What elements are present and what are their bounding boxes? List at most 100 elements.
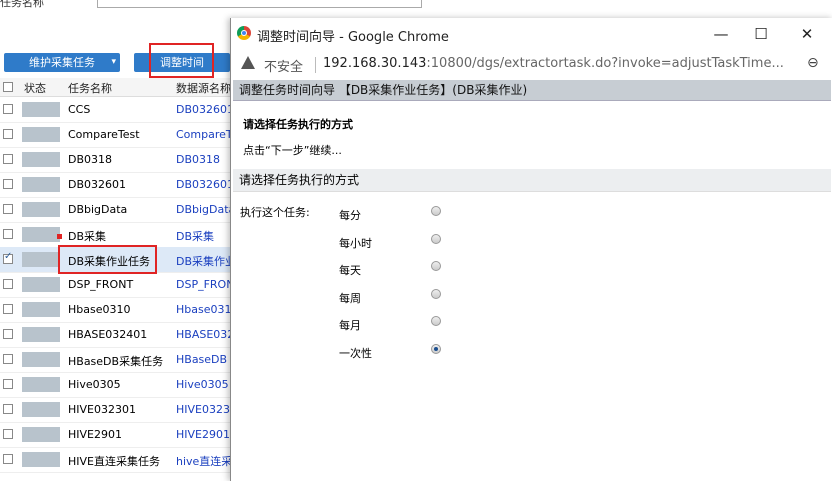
table-row[interactable]: HBASE032401 HBASE032401	[0, 322, 232, 348]
row-checkbox[interactable]	[3, 154, 13, 164]
task-name-cell[interactable]: HIVE2901	[68, 428, 122, 441]
row-checkbox[interactable]	[3, 229, 13, 239]
close-button[interactable]: ✕	[787, 22, 827, 46]
table-row[interactable]: HIVE032301 HIVE032301	[0, 397, 232, 423]
table-row[interactable]: Hive0305 Hive0305	[0, 372, 232, 398]
source-link[interactable]: HIVE032301	[176, 403, 232, 416]
task-name-cell[interactable]: DBbigData	[68, 203, 127, 216]
source-link[interactable]: HBaseDB	[176, 353, 232, 366]
warning-icon[interactable]	[241, 56, 255, 69]
source-link[interactable]: HBASE032401	[176, 328, 232, 341]
maximize-button[interactable]: ☐	[741, 22, 781, 46]
select-all-checkbox[interactable]	[3, 82, 13, 92]
table-row[interactable]: Hbase0310 Hbase0310	[0, 297, 232, 323]
table-row[interactable]: HIVE2901 HIVE2901	[0, 422, 232, 448]
schedule-option-label: 每周	[339, 291, 361, 305]
schedule-option-radio[interactable]	[431, 316, 441, 326]
table-row[interactable]: DB0318 DB0318	[0, 147, 232, 173]
source-link[interactable]: CompareTest	[176, 128, 232, 141]
row-checkbox[interactable]	[3, 279, 13, 289]
url-path: :10800/dgs/extractortask.do?invoke=adjus…	[426, 56, 784, 71]
table-row[interactable]: CompareTest CompareTest	[0, 122, 232, 148]
table-row[interactable]: DB032601 DB032601	[0, 172, 232, 198]
source-link[interactable]: DB采集作业	[176, 253, 232, 269]
url-text[interactable]: 192.168.30.143:10800/dgs/extractortask.d…	[323, 56, 793, 71]
task-name-label: 任务名称	[0, 0, 44, 9]
task-name-cell[interactable]: DB采集	[68, 228, 106, 244]
task-name-cell[interactable]: CompareTest	[68, 128, 140, 141]
status-badge	[22, 427, 60, 442]
insecure-label[interactable]: 不安全	[264, 56, 303, 75]
status-badge	[22, 202, 60, 217]
row-checkbox[interactable]	[3, 251, 13, 264]
source-link[interactable]: Hive0305	[176, 378, 232, 391]
schedule-option-label: 每分	[339, 209, 361, 222]
schedule-option-radio[interactable]	[431, 233, 441, 244]
task-name-cell[interactable]: HBASE032401	[68, 328, 147, 341]
schedule-option-radio[interactable]	[431, 261, 441, 271]
table-row[interactable]: DSP_FRONT DSP_FRONT	[0, 272, 232, 298]
task-name-cell[interactable]: DSP_FRONT	[68, 278, 133, 291]
source-link[interactable]: DSP_FRONT	[176, 278, 232, 291]
chrome-popup-window: 调整时间向导 - Google Chrome — ☐ ✕ 不安全 192.168…	[230, 18, 832, 481]
task-name-cell[interactable]: HBaseDB采集任务	[68, 353, 163, 369]
schedule-option-label: 每小时	[339, 236, 372, 250]
source-link[interactable]: hive直连采集	[176, 453, 232, 469]
table-row[interactable]: HIVE直连采集任务 hive直连采集	[0, 447, 232, 473]
minimize-button[interactable]: —	[701, 22, 741, 46]
source-link[interactable]: DB032601	[176, 178, 232, 191]
schedule-option-radio[interactable]	[431, 206, 441, 216]
schedule-option-radio[interactable]	[431, 288, 441, 299]
row-checkbox[interactable]	[3, 354, 13, 364]
marker-dot	[57, 234, 62, 239]
task-name-cell[interactable]: HIVE032301	[68, 403, 136, 416]
source-link[interactable]: HIVE2901	[176, 428, 232, 441]
row-checkbox[interactable]	[3, 404, 13, 414]
status-badge	[22, 227, 60, 242]
column-header-name[interactable]: 任务名称	[68, 80, 112, 96]
row-checkbox[interactable]	[3, 179, 13, 189]
table-row[interactable]: HBaseDB采集任务 HBaseDB	[0, 347, 232, 373]
status-badge	[22, 252, 60, 267]
task-name-cell[interactable]: DB032601	[68, 178, 126, 191]
task-name-cell[interactable]: Hive0305	[68, 378, 121, 391]
task-name-cell[interactable]: HIVE直连采集任务	[68, 453, 160, 469]
row-checkbox[interactable]	[3, 304, 13, 314]
status-badge	[22, 127, 60, 142]
row-checkbox[interactable]	[3, 204, 13, 214]
schedule-option-label: 每天	[339, 264, 361, 277]
source-link[interactable]: DB0318	[176, 153, 232, 166]
wizard-title-bar: 调整任务时间向导 【DB采集作业任务】(DB采集作业)	[233, 80, 831, 101]
source-link[interactable]: DBbigData	[176, 203, 232, 216]
row-checkbox[interactable]	[3, 329, 13, 339]
zoom-out-icon[interactable]: ⊖	[807, 55, 819, 71]
status-badge	[22, 327, 60, 342]
task-name-cell[interactable]: DB0318	[68, 153, 112, 166]
maintain-task-button[interactable]: 维护采集任务 ▾	[4, 53, 120, 72]
source-link[interactable]: Hbase0310	[176, 303, 232, 316]
row-checkbox[interactable]	[3, 429, 13, 439]
chevron-down-icon[interactable]: ▾	[111, 53, 116, 72]
task-name-input[interactable]	[97, 0, 422, 8]
row-checkbox[interactable]	[3, 379, 13, 389]
schedule-option-radio[interactable]	[431, 343, 441, 354]
task-name-cell[interactable]: Hbase0310	[68, 303, 131, 316]
section-title-bar: 请选择任务执行的方式	[233, 169, 831, 192]
window-titlebar[interactable]: 调整时间向导 - Google Chrome — ☐ ✕	[231, 18, 832, 50]
column-header-source[interactable]: 数据源名称	[176, 80, 232, 96]
table-row[interactable]: DBbigData DBbigData	[0, 197, 232, 223]
status-badge	[22, 277, 60, 292]
chrome-logo-icon	[237, 26, 251, 40]
status-badge	[22, 352, 60, 367]
row-checkbox[interactable]	[3, 129, 13, 139]
schedule-option-label: 每月	[339, 319, 361, 332]
row-checkbox[interactable]	[3, 104, 13, 114]
column-header-status[interactable]: 状态	[24, 80, 46, 96]
table-row[interactable]: CCS DB032601	[0, 97, 232, 123]
task-name-cell[interactable]: CCS	[68, 103, 90, 116]
address-separator	[315, 57, 316, 73]
source-link[interactable]: DB采集	[176, 228, 232, 244]
address-bar[interactable]: 不安全 192.168.30.143:10800/dgs/extractorta…	[231, 50, 832, 78]
source-link[interactable]: DB032601	[176, 103, 232, 116]
row-checkbox[interactable]	[3, 454, 13, 464]
